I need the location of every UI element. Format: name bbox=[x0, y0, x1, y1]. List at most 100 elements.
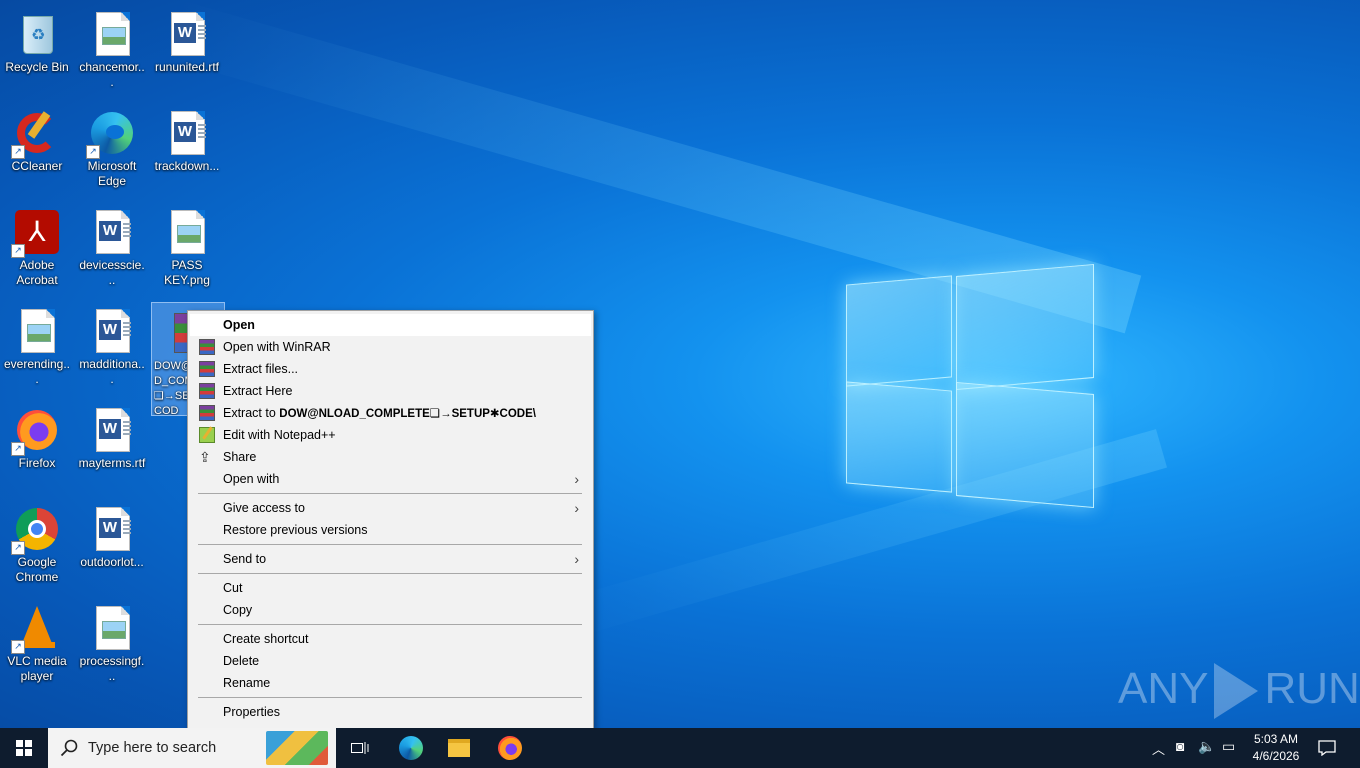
menu-item-edit-with-notepadpp[interactable]: Edit with Notepad++ bbox=[190, 424, 591, 446]
firefox-icon: ↗ bbox=[11, 406, 61, 456]
taskbar-file-explorer-button[interactable] bbox=[438, 728, 480, 768]
shortcut-arrow-icon: ↗ bbox=[86, 145, 100, 159]
menu-item-open-with-winrar[interactable]: Open with WinRAR bbox=[190, 336, 591, 358]
shortcut-arrow-icon: ↗ bbox=[11, 244, 25, 258]
desktop-icon-google-chrome[interactable]: ↗ Google Chrome bbox=[1, 499, 73, 585]
desktop-icon-mayterms[interactable]: W mayterms.rtf bbox=[76, 400, 148, 471]
chrome-icon: ↗ bbox=[11, 505, 61, 555]
menu-separator bbox=[198, 544, 582, 545]
menu-item-give-access-to[interactable]: Give access to › bbox=[190, 497, 591, 519]
word-document-icon: W bbox=[163, 10, 211, 58]
clock-date: 4/6/2026 bbox=[1252, 749, 1300, 763]
tray-overflow-chevron-icon[interactable]: ︿ bbox=[1152, 739, 1165, 758]
chevron-right-icon: › bbox=[574, 500, 579, 516]
start-button[interactable] bbox=[0, 728, 48, 768]
menu-item-extract-to[interactable]: Extract to DOW@NLOAD_COMPLETE❏→SETUP✱COD… bbox=[190, 402, 591, 424]
desktop-icon-madditiona[interactable]: W madditiona... bbox=[76, 301, 148, 387]
anyrun-watermark: ANY RUN bbox=[1118, 658, 1360, 720]
menu-item-rename[interactable]: Rename bbox=[190, 672, 591, 694]
winrar-icon bbox=[199, 361, 215, 377]
menu-separator bbox=[198, 573, 582, 574]
notepadpp-icon bbox=[199, 426, 215, 443]
extract-to-folder: DOW@NLOAD_COMPLETE❏→SETUP✱CODE\ bbox=[279, 408, 536, 420]
shortcut-arrow-icon: ↗ bbox=[11, 640, 25, 654]
edge-icon bbox=[399, 736, 423, 760]
taskbar: Type here to search ︿ ◙ 🔈 ▭ 5:03 AM 4/6/… bbox=[0, 728, 1360, 768]
word-document-icon: W bbox=[88, 208, 136, 256]
image-file-icon bbox=[88, 604, 136, 652]
firefox-icon bbox=[498, 736, 522, 760]
taskbar-search-box[interactable]: Type here to search bbox=[48, 728, 336, 768]
menu-separator bbox=[198, 493, 582, 494]
network-icon[interactable]: ▭ bbox=[1222, 738, 1235, 755]
desktop-icon-devicesscie[interactable]: W devicesscie... bbox=[76, 202, 148, 288]
desktop-icon-everending[interactable]: everending... bbox=[1, 301, 73, 387]
image-file-icon bbox=[88, 10, 136, 58]
word-document-icon: W bbox=[88, 307, 136, 355]
menu-item-properties[interactable]: Properties bbox=[190, 701, 591, 723]
shortcut-arrow-icon: ↗ bbox=[11, 145, 25, 159]
menu-item-open[interactable]: Open bbox=[190, 314, 591, 336]
menu-item-open-with[interactable]: Open with › bbox=[190, 468, 591, 490]
desktop-icon-rununited[interactable]: W rununited.rtf bbox=[151, 4, 223, 75]
desktop-icon-trackdown[interactable]: W trackdown... bbox=[151, 103, 223, 174]
menu-item-cut[interactable]: Cut bbox=[190, 577, 591, 599]
context-menu: Open Open with WinRAR Extract files... E… bbox=[187, 310, 594, 730]
desktop-icon-recycle-bin[interactable]: ♻ Recycle Bin bbox=[1, 4, 73, 75]
taskbar-edge-button[interactable] bbox=[390, 728, 432, 768]
menu-item-extract-here[interactable]: Extract Here bbox=[190, 380, 591, 402]
menu-item-copy[interactable]: Copy bbox=[190, 599, 591, 621]
word-document-icon: W bbox=[88, 406, 136, 454]
desktop-icon-firefox[interactable]: ↗ Firefox bbox=[1, 400, 73, 471]
clock-time: 5:03 AM bbox=[1253, 732, 1299, 746]
notifications-icon[interactable] bbox=[1318, 740, 1336, 756]
selected-label-line: COD bbox=[154, 405, 179, 416]
desktop-icon-adobe-acrobat[interactable]: ⅄ ↗ Adobe Acrobat bbox=[1, 202, 73, 288]
vlc-icon: ↗ bbox=[11, 604, 61, 654]
windows-start-icon bbox=[16, 740, 32, 756]
chevron-right-icon: › bbox=[574, 551, 579, 567]
menu-item-delete[interactable]: Delete bbox=[190, 650, 591, 672]
menu-item-restore-previous-versions[interactable]: Restore previous versions bbox=[190, 519, 591, 541]
search-icon bbox=[60, 739, 78, 757]
edge-icon: ↗ bbox=[86, 109, 136, 159]
play-logo-icon bbox=[1214, 663, 1259, 720]
desktop-icon-outdoorlot[interactable]: W outdoorlot... bbox=[76, 499, 148, 570]
menu-item-send-to[interactable]: Send to › bbox=[190, 548, 591, 570]
adobe-acrobat-icon: ⅄ ↗ bbox=[11, 208, 61, 258]
task-view-button[interactable] bbox=[340, 728, 380, 768]
taskbar-firefox-button[interactable] bbox=[488, 728, 530, 768]
winrar-icon bbox=[199, 383, 215, 399]
clock[interactable]: 5:03 AM 4/6/2026 bbox=[1244, 731, 1308, 765]
shortcut-arrow-icon: ↗ bbox=[11, 541, 25, 555]
chevron-right-icon: › bbox=[574, 471, 579, 487]
menu-item-extract-files[interactable]: Extract files... bbox=[190, 358, 591, 380]
image-file-icon bbox=[163, 208, 211, 256]
desktop-icon-pass-key[interactable]: PASS KEY.png bbox=[151, 202, 223, 288]
word-document-icon: W bbox=[163, 109, 211, 157]
desktop-icon-processingf[interactable]: processingf... bbox=[76, 598, 148, 684]
desktop-icon-vlc[interactable]: ↗ VLC media player bbox=[1, 598, 73, 684]
word-document-icon: W bbox=[88, 505, 136, 553]
meet-now-icon[interactable]: ◙ bbox=[1176, 738, 1184, 754]
windows-logo-wallpaper bbox=[846, 258, 1094, 510]
winrar-icon bbox=[199, 339, 215, 355]
desktop-icon-ccleaner[interactable]: ↗ CCleaner bbox=[1, 103, 73, 174]
share-icon: ⇪ bbox=[199, 449, 211, 465]
folder-icon bbox=[448, 739, 470, 757]
ccleaner-icon: ↗ bbox=[11, 109, 61, 159]
menu-separator bbox=[198, 697, 582, 698]
winrar-icon bbox=[199, 405, 215, 421]
search-placeholder: Type here to search bbox=[88, 740, 217, 756]
menu-item-share[interactable]: ⇪ Share bbox=[190, 446, 591, 468]
recycle-bin-icon: ♻ bbox=[13, 10, 61, 58]
desktop-icon-microsoft-edge[interactable]: ↗ Microsoft Edge bbox=[76, 103, 148, 189]
extract-to-prefix: Extract to bbox=[223, 406, 280, 420]
shortcut-arrow-icon: ↗ bbox=[11, 442, 25, 456]
image-file-icon bbox=[13, 307, 61, 355]
menu-separator bbox=[198, 624, 582, 625]
desktop-icon-chancemor[interactable]: chancemor... bbox=[76, 4, 148, 90]
volume-icon[interactable]: 🔈 bbox=[1198, 738, 1215, 755]
menu-item-create-shortcut[interactable]: Create shortcut bbox=[190, 628, 591, 650]
selected-label-line: ❏→SE bbox=[154, 390, 190, 402]
